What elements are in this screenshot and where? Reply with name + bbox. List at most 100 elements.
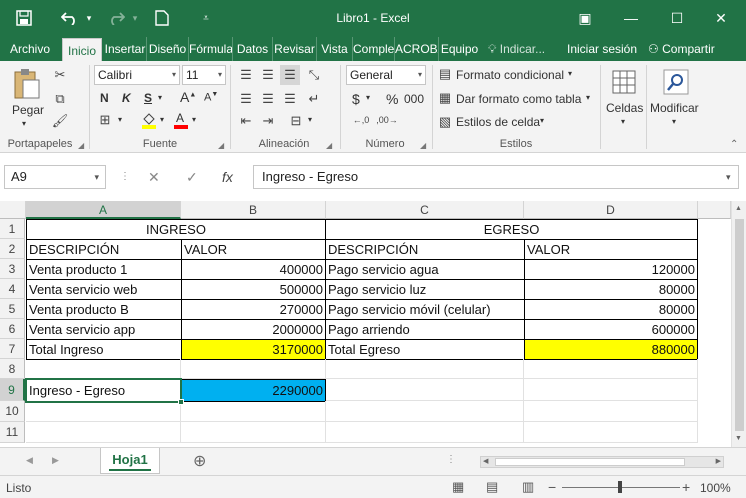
cell-d2[interactable]: VALOR [524,239,698,260]
underline-button[interactable]: S [144,91,152,105]
tab-revisar[interactable]: Revisar [272,37,316,61]
row-header-8[interactable]: 8 [0,359,25,379]
tab-acrobat[interactable]: ACROBAT [394,37,438,61]
cell-c4[interactable]: Pago servicio luz [325,279,525,300]
paste-label[interactable]: Pegar [12,103,44,117]
align-right-icon[interactable]: ☰ [280,89,300,109]
increase-font-icon[interactable]: A▲ [180,89,196,105]
format-as-table-button[interactable]: Dar formato como tabla [456,92,581,106]
cell-a2[interactable]: DESCRIPCIÓN [26,239,182,260]
paste-dropdown-icon[interactable]: ▾ [22,119,26,128]
thousands-button[interactable]: 000 [404,92,424,106]
merge-dropdown-icon[interactable]: ▾ [308,115,312,124]
cell-b6[interactable]: 2000000 [181,319,326,340]
tab-complementos[interactable]: Complementos [352,37,394,61]
row-header-1[interactable]: 1 [0,219,25,239]
horizontal-scrollbar[interactable]: ◀ ▶ [480,456,724,468]
cell-c8[interactable] [326,359,524,379]
cell-d8[interactable] [524,359,698,379]
font-size-select[interactable]: 11 ▾ [182,65,226,85]
column-header-c[interactable]: C [326,201,524,219]
font-name-select[interactable]: Calibri ▾ [94,65,180,85]
align-bottom-icon[interactable]: ☰ [280,65,300,85]
cell-a3[interactable]: Venta producto 1 [26,259,182,280]
tab-archivo[interactable]: Archivo [4,37,56,61]
font-color-dropdown-icon[interactable]: ▾ [192,115,196,124]
editing-dropdown-icon[interactable]: ▾ [672,117,676,126]
insert-function-icon[interactable]: fx [222,165,233,189]
tab-formulas[interactable]: Fórmulas [188,37,232,61]
zoom-level[interactable]: 100% [700,481,731,495]
decrease-indent-icon[interactable]: ⇤ [236,111,256,131]
percent-button[interactable]: % [386,91,398,107]
currency-dropdown-icon[interactable]: ▾ [366,93,370,102]
row-header-11[interactable]: 11 [0,422,25,443]
cell-d6[interactable]: 600000 [524,319,698,340]
tab-vista[interactable]: Vista [316,37,352,61]
customize-quick-access-icon[interactable]: ⩡ [198,6,214,30]
font-color-icon[interactable]: A [172,111,190,129]
format-painter-icon[interactable]: 🖌︎ [50,111,70,131]
cell-b3[interactable]: 400000 [181,259,326,280]
fill-color-icon[interactable] [140,111,158,129]
row-header-10[interactable]: 10 [0,401,25,422]
cell-a8[interactable] [26,359,181,379]
signin-link[interactable]: Iniciar sesión [562,37,642,61]
confirm-entry-icon[interactable]: ✓ [186,165,198,189]
cell-a1-merged[interactable]: INGRESO [26,219,326,240]
column-header-b[interactable]: B [181,201,326,219]
clipboard-launcher-icon[interactable]: ◢ [78,141,84,150]
copy-icon[interactable]: ⧉ [50,89,70,109]
cell-c5[interactable]: Pago servicio móvil (celular) [325,299,525,320]
close-icon[interactable]: ✕ [704,4,738,32]
align-left-icon[interactable]: ☰ [236,89,256,109]
row-header-7[interactable]: 7 [0,339,25,359]
cell-d5[interactable]: 80000 [524,299,698,320]
alignment-launcher-icon[interactable]: ◢ [326,141,332,150]
name-box[interactable]: A9 ▾ [4,165,106,189]
zoom-slider-thumb[interactable] [618,481,622,493]
row-header-3[interactable]: 3 [0,259,25,279]
column-header-e[interactable] [698,201,731,219]
align-top-icon[interactable]: ☰ [236,65,256,85]
cell-c7[interactable]: Total Egreso [325,339,525,360]
tab-insertar[interactable]: Insertar [104,37,146,61]
merge-center-icon[interactable]: ⊟ [286,111,306,131]
conditional-format-dropdown-icon[interactable]: ▾ [568,69,572,78]
cell-d4[interactable]: 80000 [524,279,698,300]
cell-c2[interactable]: DESCRIPCIÓN [325,239,525,260]
cell-b4[interactable]: 500000 [181,279,326,300]
minimize-icon[interactable]: — [614,4,648,32]
editing-button[interactable]: Modificar [650,101,699,115]
borders-dropdown-icon[interactable]: ▾ [118,115,122,124]
underline-dropdown-icon[interactable]: ▾ [158,93,162,102]
cell-d10[interactable] [524,401,698,422]
cell-c1-merged[interactable]: EGRESO [325,219,698,240]
number-format-select[interactable]: General ▾ [346,65,426,85]
cell-a6[interactable]: Venta servicio app [26,319,182,340]
cut-icon[interactable]: ✂ [50,65,70,85]
cell-d7[interactable]: 880000 [524,339,698,360]
cell-b11[interactable] [181,422,326,443]
cell-a4[interactable]: Venta servicio web [26,279,182,300]
row-header-6[interactable]: 6 [0,319,25,339]
cancel-entry-icon[interactable]: ✕ [148,165,160,189]
cell-c6[interactable]: Pago arriendo [325,319,525,340]
cell-c3[interactable]: Pago servicio agua [325,259,525,280]
italic-button[interactable]: K [122,91,131,105]
normal-view-icon[interactable]: ▦ [452,479,464,495]
maximize-icon[interactable]: ☐ [660,4,694,32]
prev-sheet-icon[interactable]: ◀ [26,455,33,466]
cell-a9[interactable]: Ingreso - Egreso [26,379,182,402]
ribbon-display-options-icon[interactable]: ▣ [568,4,602,32]
cell-d9[interactable] [524,379,698,401]
number-launcher-icon[interactable]: ◢ [420,141,426,150]
sheet-tab-hoja1[interactable]: Hoja1 [100,448,160,474]
cell-a11[interactable] [26,422,181,443]
cell-c11[interactable] [326,422,524,443]
zoom-in-button[interactable]: + [682,479,690,495]
tab-equipo[interactable]: Equipo [438,37,480,61]
cell-b7[interactable]: 3170000 [181,339,326,360]
cell-c9[interactable] [326,379,524,401]
decrease-decimal-icon[interactable]: ,00→ [376,111,398,129]
